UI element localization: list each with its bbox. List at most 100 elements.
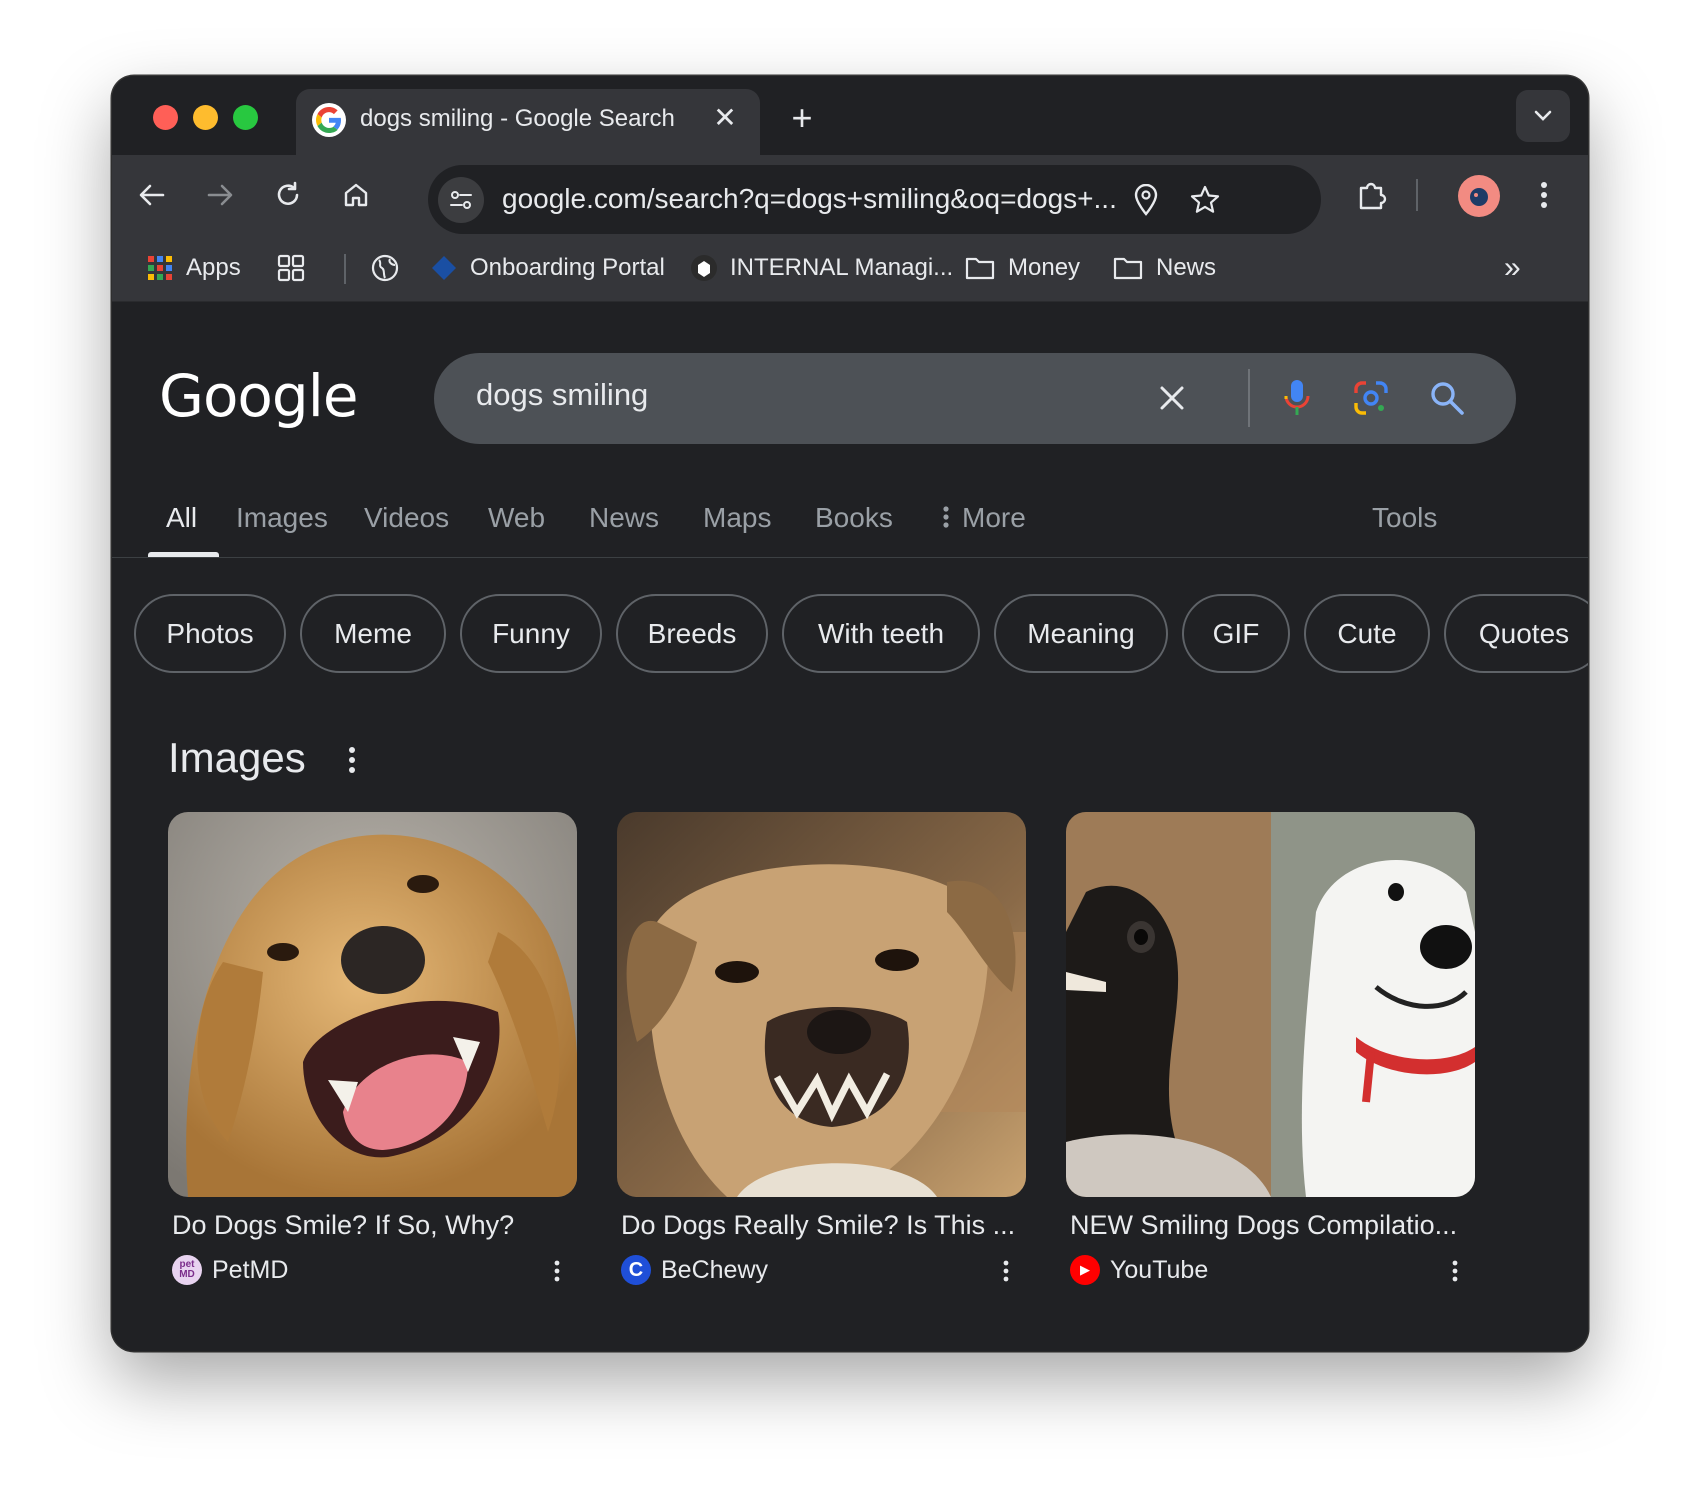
smiling-dogs-compilation-thumbnail[interactable] (1066, 812, 1475, 1197)
site-settings-icon[interactable] (438, 177, 484, 223)
bookmark-internal-managi[interactable]: INTERNAL Managi... (690, 248, 953, 288)
bookmark-onboarding-portal[interactable]: Onboarding Portal (430, 248, 665, 288)
result-source[interactable]: pet MD PetMD (172, 1254, 288, 1286)
maximize-window-button[interactable] (233, 105, 258, 130)
profile-avatar[interactable] (1458, 175, 1500, 217)
bookmark-label: Apps (186, 254, 241, 281)
result-caption[interactable]: Do Dogs Really Smile? Is This ... (621, 1210, 1021, 1241)
bookmark-label: Onboarding Portal (470, 254, 665, 281)
active-tab-indicator (148, 552, 219, 557)
tab-books[interactable]: Books (815, 502, 893, 534)
browser-window: dogs smiling - Google Search ✕ + google.… (112, 76, 1588, 1351)
search-input[interactable]: dogs smiling (476, 377, 648, 413)
bookmark-star-icon[interactable] (1185, 180, 1225, 220)
kebab-menu-icon (1541, 182, 1547, 208)
result-more-icon[interactable] (1445, 1256, 1465, 1286)
image-result-card[interactable]: Do Dogs Really Smile? Is This ... C BeCh… (617, 812, 1026, 1285)
tab-more-label: More (962, 502, 1026, 533)
tab-search-button[interactable] (1516, 90, 1570, 142)
refinement-chips: Photos Meme Funny Breeds With teeth Mean… (112, 594, 1588, 676)
tab-news[interactable]: News (589, 502, 659, 534)
google-logo[interactable]: Google (159, 362, 359, 430)
tab-all[interactable]: All (166, 502, 197, 534)
chip-funny[interactable]: Funny (460, 594, 602, 673)
location-pin-icon[interactable] (1126, 180, 1166, 220)
chip-cute[interactable]: Cute (1304, 594, 1430, 673)
google-favicon-icon (312, 103, 346, 137)
tab-strip: dogs smiling - Google Search ✕ + (112, 76, 1588, 157)
chip-gif[interactable]: GIF (1182, 594, 1290, 673)
youtube-logo-icon: ▶ (1070, 1255, 1100, 1285)
toolbar-divider (1416, 179, 1418, 211)
tab-web[interactable]: Web (488, 502, 545, 534)
bookmarks-divider (344, 254, 346, 284)
bookmark-folder-money[interactable]: Money (964, 248, 1080, 288)
chevron-down-icon (1534, 110, 1552, 121)
kebab-menu-icon (943, 506, 949, 528)
tab-more[interactable]: More (942, 502, 1026, 534)
chip-meaning[interactable]: Meaning (994, 594, 1168, 673)
tools-button[interactable]: Tools (1372, 502, 1437, 534)
images-section-menu-icon[interactable] (342, 742, 362, 778)
address-bar[interactable]: google.com/search?q=dogs+smiling&oq=dogs… (428, 165, 1321, 234)
minimize-window-button[interactable] (193, 105, 218, 130)
home-icon (344, 183, 368, 207)
search-submit-icon[interactable] (1424, 375, 1470, 421)
result-caption[interactable]: Do Dogs Smile? If So, Why? (172, 1210, 572, 1241)
microphone-icon[interactable] (1274, 375, 1320, 421)
extensions-button[interactable] (1352, 175, 1392, 215)
bookmark-apps[interactable]: Apps (146, 248, 241, 288)
diamond-icon (432, 256, 456, 280)
folder-icon (1113, 257, 1143, 280)
apps-grid-icon (148, 256, 172, 280)
tab-close-icon[interactable]: ✕ (710, 103, 740, 133)
bookmark-label: News (1156, 254, 1217, 281)
bookmark-folder-news[interactable]: News (1112, 248, 1216, 288)
close-window-button[interactable] (153, 105, 178, 130)
search-box[interactable]: dogs smiling (434, 353, 1516, 444)
chip-quotes[interactable]: Quotes (1444, 594, 1588, 673)
bookmark-globe[interactable] (370, 248, 400, 288)
arrow-left-icon (139, 184, 165, 206)
result-source[interactable]: C BeChewy (621, 1254, 768, 1286)
chip-photos[interactable]: Photos (134, 594, 286, 673)
browser-tab[interactable]: dogs smiling - Google Search ✕ (296, 89, 760, 157)
bookmark-label: Money (1008, 254, 1081, 281)
back-button[interactable] (132, 175, 172, 215)
source-name: YouTube (1110, 1255, 1209, 1284)
result-more-icon[interactable] (996, 1256, 1016, 1286)
tab-groups-icon (277, 254, 305, 282)
search-results-page: Google dogs smiling All Images Videos We… (112, 302, 1588, 1351)
chip-with-teeth[interactable]: With teeth (782, 594, 980, 673)
tab-maps[interactable]: Maps (703, 502, 771, 534)
tab-images[interactable]: Images (236, 502, 328, 534)
chip-meme[interactable]: Meme (300, 594, 446, 673)
badge-icon (691, 255, 717, 281)
reload-button[interactable] (268, 175, 308, 215)
browser-menu-button[interactable] (1524, 175, 1564, 215)
browser-toolbar: google.com/search?q=dogs+smiling&oq=dogs… (112, 155, 1588, 234)
bookmarks-bar: Apps Onboarding Portal INTERNAL Managi..… (112, 234, 1588, 302)
result-caption[interactable]: NEW Smiling Dogs Compilatio... (1070, 1210, 1470, 1241)
forward-button[interactable] (200, 175, 240, 215)
chip-breeds[interactable]: Breeds (616, 594, 768, 673)
golden-retriever-thumbnail[interactable] (168, 812, 577, 1197)
google-lens-icon[interactable] (1348, 375, 1394, 421)
clear-search-icon[interactable] (1149, 375, 1195, 421)
source-name: PetMD (212, 1255, 289, 1284)
tab-title: dogs smiling - Google Search (360, 105, 675, 132)
image-result-card[interactable]: NEW Smiling Dogs Compilatio... ▶ YouTube (1066, 812, 1475, 1285)
arrow-right-icon (207, 184, 233, 206)
bookmark-tab-groups[interactable] (276, 248, 306, 288)
new-tab-button[interactable]: + (784, 100, 820, 138)
reload-icon (277, 181, 299, 205)
tan-dog-thumbnail[interactable] (617, 812, 1026, 1197)
result-source[interactable]: ▶ YouTube (1070, 1254, 1208, 1286)
result-more-icon[interactable] (547, 1256, 567, 1286)
globe-icon (371, 254, 399, 282)
bookmarks-overflow-button[interactable]: » (1504, 248, 1521, 288)
home-button[interactable] (336, 175, 376, 215)
image-result-card[interactable]: Do Dogs Smile? If So, Why? pet MD PetMD (168, 812, 577, 1285)
tab-videos[interactable]: Videos (364, 502, 449, 534)
url-text[interactable]: google.com/search?q=dogs+smiling&oq=dogs… (502, 183, 1117, 215)
